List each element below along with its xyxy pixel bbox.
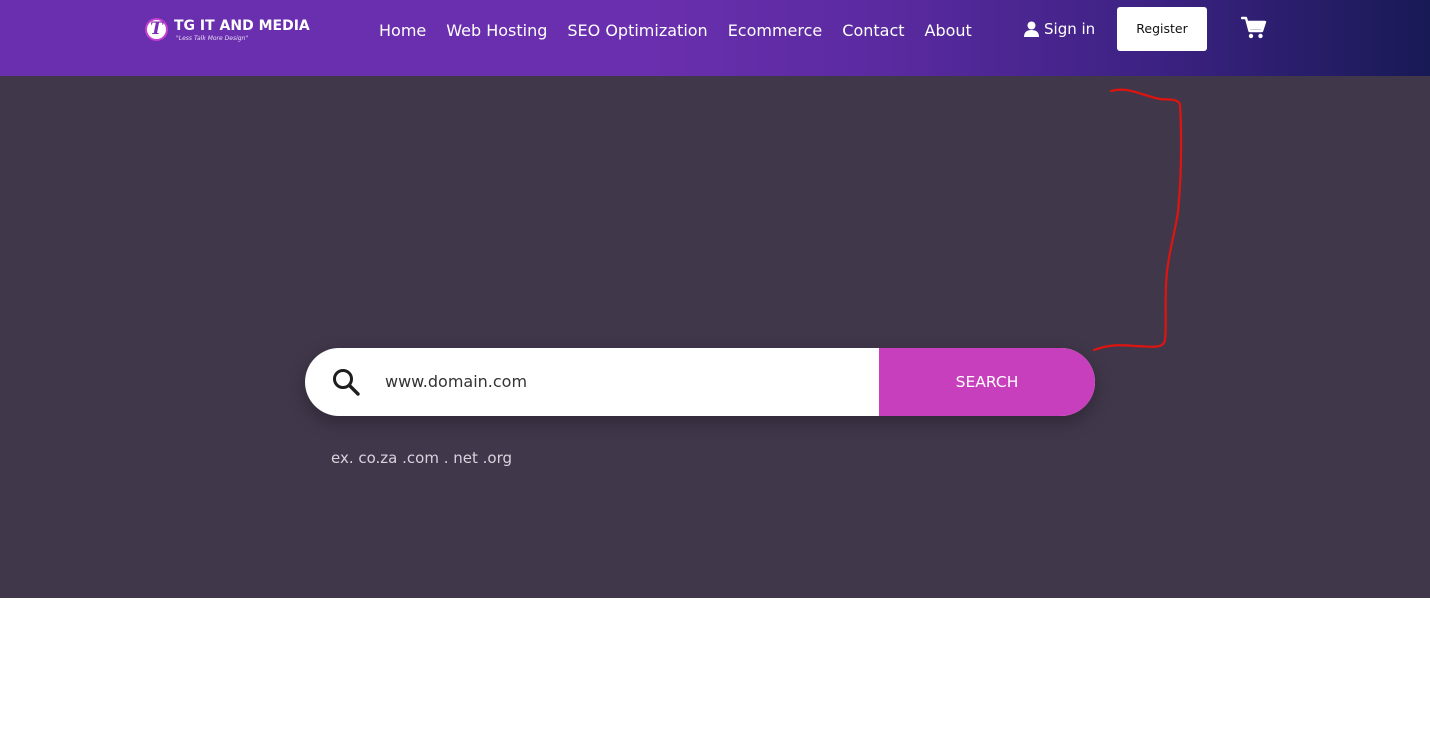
search-icon: [333, 369, 360, 396]
main-nav: Home Web Hosting SEO Optimization Ecomme…: [379, 21, 972, 41]
signin-link[interactable]: Sign in: [1024, 20, 1095, 38]
user-icon: [1024, 21, 1039, 37]
logo-tagline: "Less Talk More Design": [176, 35, 249, 42]
signin-label: Sign in: [1044, 20, 1096, 38]
nav-seo-optimization[interactable]: SEO Optimization: [567, 21, 707, 41]
search-button[interactable]: SEARCH: [879, 348, 1095, 416]
nav-home[interactable]: Home: [379, 21, 426, 41]
nav-about[interactable]: About: [925, 21, 972, 41]
nav-contact[interactable]: Contact: [842, 21, 904, 41]
domain-hint: ex. co.za .com . net .org: [331, 449, 513, 467]
register-button[interactable]: Register: [1117, 7, 1207, 51]
domain-search-input[interactable]: [385, 348, 875, 416]
site-logo[interactable]: T TG IT AND MEDIA "Less Talk More Design…: [145, 16, 315, 46]
site-header: T TG IT AND MEDIA "Less Talk More Design…: [0, 0, 1430, 76]
cart-icon[interactable]: [1241, 16, 1267, 40]
logo-mark: T: [145, 18, 168, 41]
nav-ecommerce[interactable]: Ecommerce: [728, 21, 823, 41]
domain-search-bar: SEARCH: [305, 348, 1095, 416]
logo-title: TG IT AND MEDIA: [174, 18, 310, 34]
hero-section: SEARCH ex. co.za .com . net .org: [0, 76, 1430, 598]
nav-web-hosting[interactable]: Web Hosting: [446, 21, 547, 41]
